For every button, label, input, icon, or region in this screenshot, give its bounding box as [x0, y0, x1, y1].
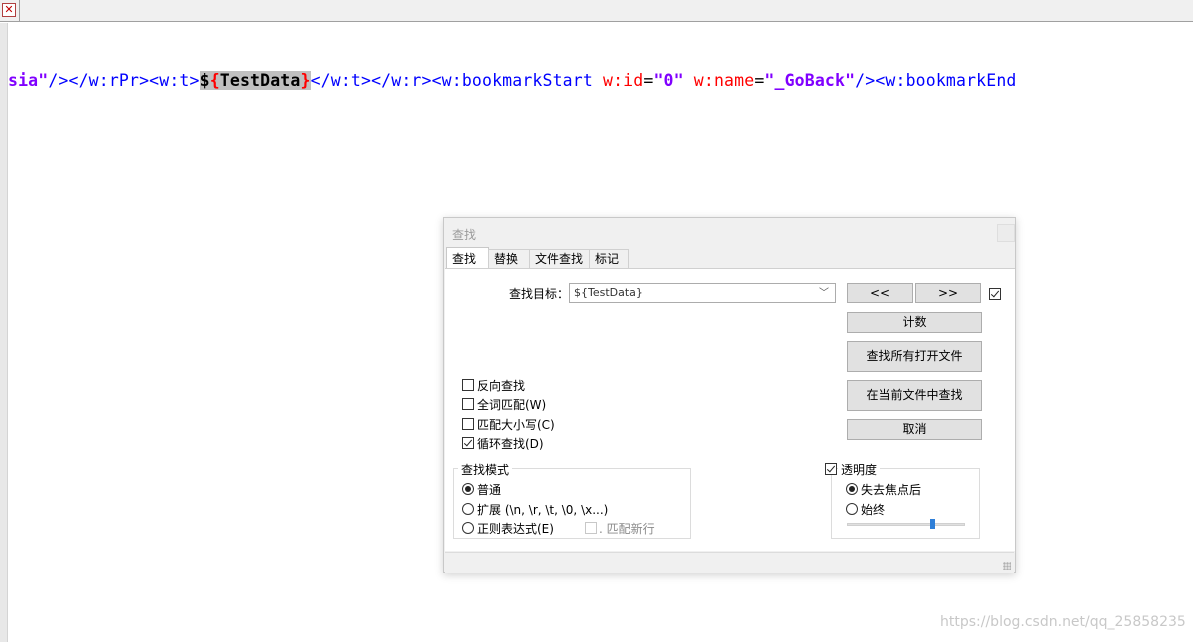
match-case-label: 匹配大小写(C) — [477, 418, 555, 432]
code-token: = — [754, 71, 765, 90]
mode-extended-radio[interactable] — [462, 503, 474, 515]
transparency-title: 透明度 — [838, 461, 881, 478]
find-target-value: ${TestData} — [574, 286, 643, 299]
code-token: </w:t></w:r><w:bookmarkStart — [310, 71, 603, 90]
wrap-around-label: 循环查找(D) — [477, 437, 544, 451]
match-case-checkbox[interactable] — [462, 418, 474, 430]
count-button[interactable]: 计数 — [847, 312, 982, 333]
code-token: /></w:rPr><w:t> — [48, 71, 200, 90]
mode-regex-radio[interactable] — [462, 522, 474, 534]
resize-grip-icon[interactable] — [1003, 562, 1011, 570]
mode-extended-label: 扩展 (\n, \r, \t, \0, \x...) — [477, 503, 609, 517]
whole-word-checkbox[interactable] — [462, 398, 474, 410]
close-tab-icon[interactable]: ✕ — [2, 3, 16, 17]
dot-matches-newline-checkbox — [585, 522, 597, 534]
find-in-current-file-button[interactable]: 在当前文件中查找 — [847, 380, 982, 411]
tab-replace[interactable]: 替换 — [488, 249, 530, 269]
code-token: { — [209, 71, 220, 90]
find-dialog: 查找 查找 替换 文件查找 标记 查找目标： ${TestData} ﹀ << … — [443, 217, 1016, 573]
find-target-combobox[interactable]: ${TestData} ﹀ — [569, 283, 836, 303]
document-tab-strip: ✕ — [0, 0, 1193, 22]
mode-normal-radio[interactable] — [462, 483, 474, 495]
mode-regex-label: 正则表达式(E) — [477, 522, 554, 536]
code-token: /><w:bookmarkEnd — [855, 71, 1017, 90]
always-radio[interactable] — [846, 503, 858, 515]
find-all-open-files-button[interactable]: 查找所有打开文件 — [847, 341, 982, 372]
tab-separator — [19, 0, 20, 21]
code-token: TestData — [219, 71, 301, 90]
code-token: "0" — [653, 71, 684, 90]
tab-find[interactable]: 查找 — [446, 247, 489, 269]
cancel-button[interactable]: 取消 — [847, 419, 982, 440]
find-target-label: 查找目标： — [509, 287, 570, 301]
tab-mark[interactable]: 标记 — [589, 249, 629, 269]
code-line[interactable]: sia"/></w:rPr><w:t>${TestData}</w:t></w:… — [8, 70, 1193, 92]
editor-margin — [0, 23, 8, 642]
dot-matches-newline-label: . 匹配新行 — [599, 522, 655, 536]
watermark: https://blog.csdn.net/qq_25858235 — [940, 614, 1186, 630]
wrap-around-checkbox[interactable] — [462, 437, 474, 449]
chevron-down-icon[interactable]: ﹀ — [819, 285, 829, 303]
on-lose-focus-radio[interactable] — [846, 483, 858, 495]
dialog-close-button[interactable] — [997, 224, 1015, 242]
always-label: 始终 — [861, 503, 886, 517]
find-panel: 查找目标： ${TestData} ﹀ << >> 计数 查找所有打开文件 在当… — [445, 268, 1015, 551]
code-token: = — [643, 71, 654, 90]
code-token: $ — [199, 71, 210, 90]
code-token: } — [300, 71, 311, 90]
transparency-slider-track[interactable] — [847, 523, 965, 526]
code-token: w:id — [603, 71, 644, 90]
dialog-status-strip — [445, 552, 1014, 573]
find-previous-button[interactable]: << — [847, 283, 913, 303]
transparency-checkbox[interactable] — [825, 463, 837, 475]
transparency-slider-thumb[interactable] — [929, 519, 935, 529]
whole-word-label: 全词匹配(W) — [477, 398, 547, 412]
find-next-button[interactable]: >> — [915, 283, 981, 303]
reverse-search-label: 反向查找 — [477, 379, 526, 393]
on-lose-focus-label: 失去焦点后 — [861, 483, 922, 497]
code-token: sia" — [8, 71, 49, 90]
reverse-search-checkbox[interactable] — [462, 379, 474, 391]
dialog-title: 查找 — [452, 228, 477, 242]
mode-normal-label: 普通 — [477, 483, 502, 497]
search-mode-title: 查找模式 — [458, 461, 513, 478]
tab-find-in-files[interactable]: 文件查找 — [529, 249, 590, 269]
direction-checkbox[interactable] — [989, 288, 1001, 300]
code-token: w:name — [693, 71, 755, 90]
code-token: "_GoBack" — [764, 71, 856, 90]
